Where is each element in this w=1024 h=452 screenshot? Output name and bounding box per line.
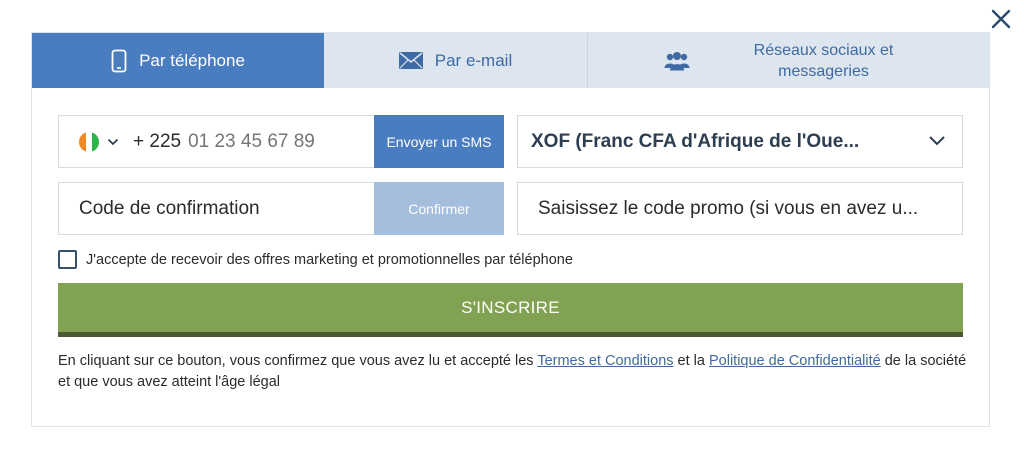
smartphone-icon [111,49,127,73]
users-icon [664,51,690,71]
chevron-down-icon [928,133,946,151]
chevron-down-icon[interactable] [107,133,119,151]
tab-email[interactable]: Par e-mail [324,33,588,88]
confirmation-code-field: Confirmer [58,182,504,235]
phone-number-input[interactable] [188,130,339,153]
legal-text-2: et la [673,353,709,369]
marketing-consent-label[interactable]: J'accepte de recevoir des offres marketi… [86,252,573,268]
tab-social-label: Réseaux sociaux et messageries [753,41,894,80]
register-button[interactable]: S'INSCRIRE [58,283,963,337]
marketing-consent: J'accepte de recevoir des offres marketi… [58,250,573,269]
registration-modal: Par téléphone Par e-mail Réseaux sociaux… [31,32,990,427]
currency-selected-value: XOF (Franc CFA d'Afrique de l'Oue... [531,130,860,152]
close-icon[interactable] [988,6,1014,32]
privacy-link[interactable]: Politique de Confidentialité [709,353,881,369]
registration-tabs: Par téléphone Par e-mail Réseaux sociaux… [32,33,989,88]
phone-field: + 225 Envoyer un SMS [58,115,504,168]
promo-code-field [517,182,963,235]
tab-phone[interactable]: Par téléphone [32,33,324,88]
cote-divoire-flag-icon[interactable] [79,131,99,152]
confirm-button[interactable]: Confirmer [374,182,504,235]
envelope-icon [398,52,423,69]
terms-link[interactable]: Termes et Conditions [537,353,673,369]
promo-code-input[interactable] [538,197,948,220]
send-sms-button[interactable]: Envoyer un SMS [374,115,504,168]
tab-email-label: Par e-mail [434,50,513,70]
confirmation-code-input[interactable] [79,197,359,220]
legal-text-1: En cliquant sur ce bouton, vous confirme… [58,353,538,369]
tab-social[interactable]: Réseaux sociaux et messageries [588,33,989,88]
country-code-prefix: + 225 [133,130,182,152]
marketing-consent-checkbox[interactable] [58,250,77,269]
tab-phone-label: Par téléphone [139,50,245,70]
legal-notice: En cliquant sur ce bouton, vous confirme… [58,351,968,393]
currency-select[interactable]: XOF (Franc CFA d'Afrique de l'Oue... [517,115,963,168]
